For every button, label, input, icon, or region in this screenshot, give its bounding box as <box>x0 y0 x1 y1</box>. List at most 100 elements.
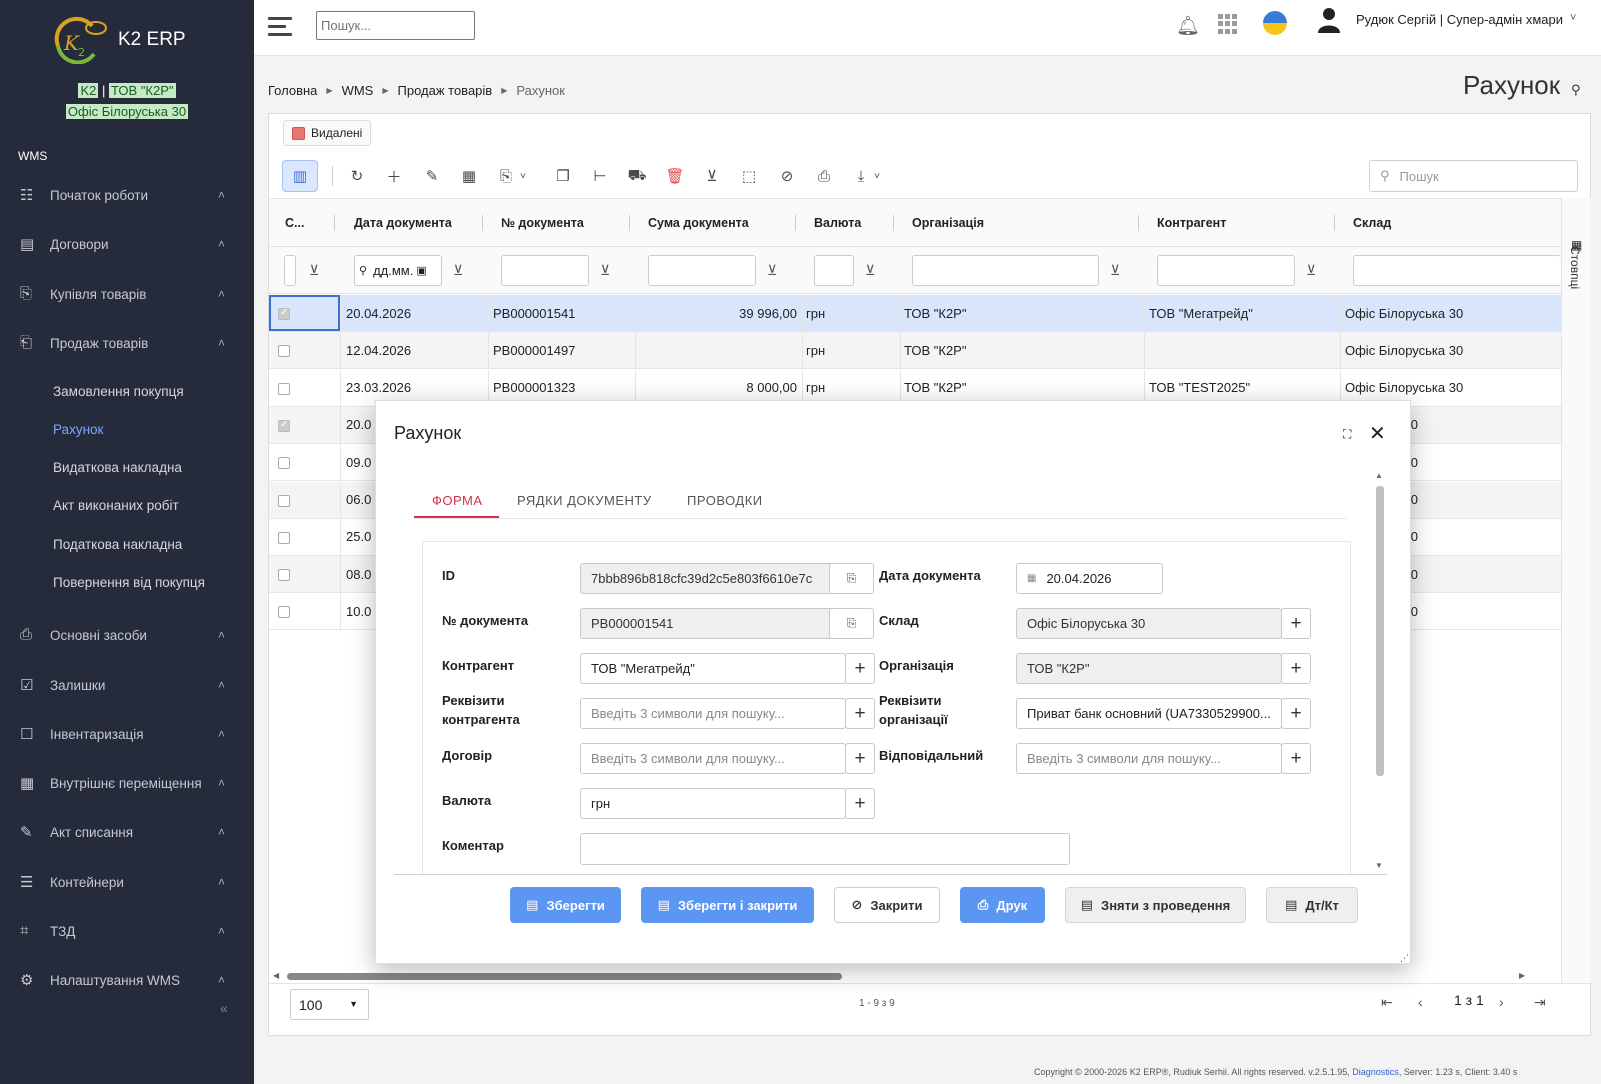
column-header-organization[interactable]: Організація <box>912 199 984 247</box>
scrollbar-thumb[interactable] <box>1376 486 1384 776</box>
table-row[interactable]: 20.04.2026 РВ000001541 39 996,00 грн ТОВ "К2… <box>269 295 1561 332</box>
add-button[interactable]: ＋ <box>376 160 412 192</box>
scroll-up-icon[interactable]: ▲ <box>1375 471 1383 480</box>
deleted-filter-toggle[interactable]: Видалені <box>283 120 372 146</box>
user-avatar-icon[interactable] <box>1317 6 1341 34</box>
add-contract-button[interactable]: + <box>845 743 875 774</box>
currency-filter-input[interactable] <box>814 255 854 286</box>
export-dropdown-icon[interactable]: ˅ <box>867 160 887 192</box>
print-button[interactable]: ⎙ <box>806 160 842 192</box>
add-organization-button[interactable]: + <box>1281 653 1311 684</box>
column-header-number[interactable]: № документа <box>501 199 584 247</box>
scroll-left-icon[interactable]: ◀ <box>273 971 279 980</box>
scrollbar-thumb[interactable] <box>287 973 842 980</box>
close-icon[interactable]: ✕ <box>1369 421 1386 446</box>
global-search-input[interactable] <box>316 11 475 40</box>
refresh-button[interactable]: ↻ <box>339 160 375 192</box>
row-checkbox[interactable] <box>278 606 290 619</box>
sidebar-subitem-act-of-works[interactable]: Акт виконаних робіт <box>53 498 179 513</box>
close-button[interactable]: ⊘ Закрити <box>834 887 940 923</box>
sidebar-item-stock[interactable]: ☑ Залишки ˄ <box>0 665 254 705</box>
menu-toggle-icon[interactable] <box>268 17 292 37</box>
column-header-select[interactable]: С... <box>285 199 304 247</box>
sidebar-item-wms-settings[interactable]: ⚙ Налаштування WMS ˄ <box>0 960 254 1000</box>
date-filter-input[interactable]: ⚲ дд.мм. ▣ <box>354 255 442 286</box>
sidebar-subitem-customer-return[interactable]: Повернення від покупця <box>53 575 205 590</box>
row-checkbox[interactable] <box>278 457 290 470</box>
select-filter-input[interactable] <box>284 255 296 286</box>
filter-icon[interactable]: ⊻ <box>309 262 319 279</box>
unpost-button[interactable]: ▤ Зняти з проведення <box>1065 887 1246 923</box>
create-based-on-dropdown-icon[interactable]: ˅ <box>513 160 533 192</box>
column-header-counterparty[interactable]: Контрагент <box>1157 199 1226 247</box>
chevron-down-icon[interactable]: ˅ <box>1570 12 1576 24</box>
add-organization-details-button[interactable]: + <box>1281 698 1311 729</box>
copy-id-button[interactable]: ⎘ <box>829 564 873 593</box>
save-button[interactable]: ▤ Зберегти <box>510 887 621 923</box>
tab-form[interactable]: ФОРМА <box>432 493 483 508</box>
breadcrumb-sales[interactable]: Продаж товарів <box>398 83 493 98</box>
filter-icon[interactable]: ⊻ <box>453 262 463 279</box>
page-size-select[interactable]: 100 ▼ <box>290 989 369 1020</box>
counterparty-field[interactable]: ТОВ "Мегатрейд" <box>580 653 846 684</box>
sidebar-subitem-expense-invoice[interactable]: Видаткова накладна <box>53 460 182 475</box>
sidebar-subitem-invoice[interactable]: Рахунок <box>53 422 103 437</box>
id-field[interactable]: 7bbb896b818cfc39d2c5e803f6610e7c ⎘ <box>580 563 874 594</box>
row-checkbox[interactable] <box>278 345 290 358</box>
table-row[interactable]: 12.04.2026 РВ000001497 грн ТОВ "К2Р" Офіс Бі… <box>269 332 1561 370</box>
add-counterparty-details-button[interactable]: + <box>845 698 875 729</box>
edit-button[interactable]: ✎ <box>414 160 450 192</box>
sidebar-item-purchase[interactable]: ⎘ Купівля товарів ˄ <box>0 274 254 314</box>
organization-filter-input[interactable] <box>912 255 1099 286</box>
scroll-right-icon[interactable]: ▶ <box>1519 971 1525 980</box>
sidebar-item-inventory[interactable]: ☐ Інвентаризація ˄ <box>0 714 254 754</box>
column-header-currency[interactable]: Валюта <box>814 199 861 247</box>
clear-filter-button[interactable]: ⊻ <box>694 160 730 192</box>
breadcrumb-wms[interactable]: WMS <box>342 83 374 98</box>
sidebar-subitem-customer-order[interactable]: Замовлення покупця <box>53 384 184 399</box>
row-checkbox[interactable] <box>278 494 290 507</box>
number-filter-input[interactable] <box>501 255 589 286</box>
user-name[interactable]: Рудюк Сергій | Супер-адмін хмари <box>1356 12 1563 27</box>
counterparty-filter-input[interactable] <box>1157 255 1295 286</box>
deselect-all-button[interactable]: ⊘ <box>769 160 805 192</box>
copy-button[interactable]: ❐ <box>545 160 581 192</box>
row-checkbox[interactable] <box>278 419 290 432</box>
sidebar-item-scanner[interactable]: ⌗ ТЗД ˄ <box>0 911 254 951</box>
filter-icon[interactable]: ⊻ <box>1306 262 1316 279</box>
user-settings-icon[interactable]: ⚲ <box>1571 82 1581 98</box>
next-page-icon[interactable]: › <box>1499 994 1504 1010</box>
breadcrumb-home[interactable]: Головна <box>268 83 317 98</box>
row-checkbox[interactable] <box>278 569 290 582</box>
diagnostics-link[interactable]: Diagnostics <box>1352 1067 1399 1077</box>
sidebar-item-start[interactable]: ☷ Початок роботи ˄ <box>0 175 254 215</box>
apps-grid-icon[interactable] <box>1218 14 1238 34</box>
sidebar-subitem-tax-invoice[interactable]: Податкова накладна <box>53 537 182 552</box>
sidebar-item-sales[interactable]: ⎗ Продаж товарів ˄ <box>0 323 254 363</box>
collapse-sidebar-icon[interactable]: « <box>220 1000 228 1016</box>
filter-icon[interactable]: ⊻ <box>767 262 777 279</box>
sidebar-item-writeoff[interactable]: ✎ Акт списання ˄ <box>0 812 254 852</box>
grid-search-input[interactable]: ⚲ Пошук <box>1369 160 1578 192</box>
add-responsible-button[interactable]: + <box>1281 743 1311 774</box>
structure-button[interactable]: ⊢ <box>582 160 618 192</box>
date-field[interactable]: ▦ 20.04.2026 <box>1016 563 1163 594</box>
horizontal-scrollbar[interactable]: ◀ ▶ <box>269 968 1561 983</box>
language-flag-icon[interactable] <box>1263 11 1287 35</box>
add-counterparty-button[interactable]: + <box>845 653 875 684</box>
sidebar-item-transfer[interactable]: ▦ Внутрішнє переміщення ˄ <box>0 763 254 803</box>
comment-textarea[interactable] <box>580 833 1070 865</box>
row-checkbox[interactable] <box>278 531 290 544</box>
warehouse-field[interactable]: Офіс Білоруська 30 <box>1016 608 1282 639</box>
warehouse-filter-input[interactable] <box>1353 255 1561 286</box>
copy-number-button[interactable]: ⎘ <box>829 609 873 638</box>
delivery-button[interactable]: ⛟ <box>619 160 655 192</box>
currency-field[interactable]: грн <box>580 788 846 819</box>
delete-button[interactable]: 🗑︎ <box>657 160 693 192</box>
number-field[interactable]: РВ000001541 ⎘ <box>580 608 874 639</box>
column-header-date[interactable]: Дата документа <box>354 199 452 247</box>
responsible-field[interactable]: Введіть 3 символи для пошуку... <box>1016 743 1282 774</box>
row-checkbox[interactable] <box>278 382 290 395</box>
column-header-sum[interactable]: Сума документа <box>648 199 749 247</box>
maximize-icon[interactable]: ⛶ <box>1343 427 1351 442</box>
